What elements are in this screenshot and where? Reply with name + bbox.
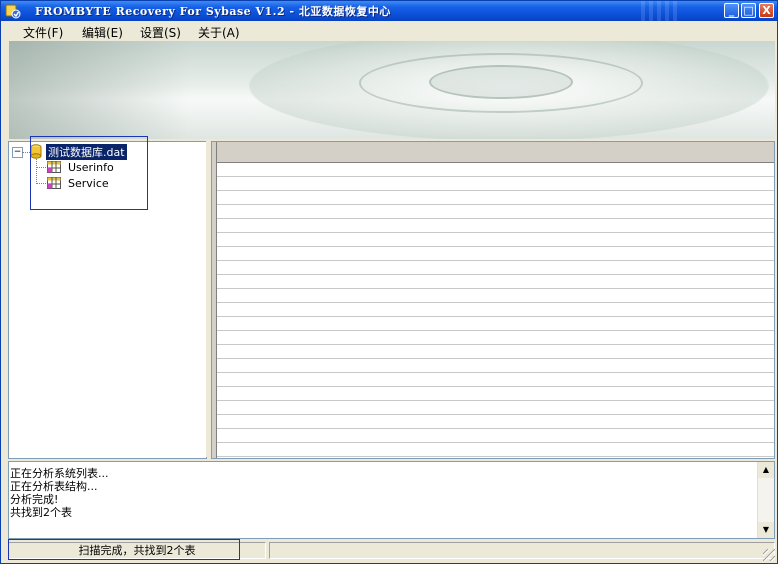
menu-bar: 文件(F) 编辑(E) 设置(S) 关于(A) bbox=[1, 21, 777, 41]
window-title: FROMBYTE Recovery For Sybase V1.2 - 北亚数据… bbox=[35, 5, 391, 18]
platter-hub bbox=[429, 65, 573, 99]
arrow-up-icon: ▲ bbox=[762, 465, 770, 474]
log-panel[interactable]: 正在分析系统列表... 正在分析表结构... 分析完成! 共找到2个表 ▲ ▼ bbox=[8, 461, 775, 539]
resize-grip-icon[interactable] bbox=[763, 549, 775, 561]
maximize-icon: □ bbox=[743, 4, 754, 17]
title-bar[interactable]: FROMBYTE Recovery For Sybase V1.2 - 北亚数据… bbox=[1, 1, 777, 21]
tree-view[interactable]: − 测试数据库.dat Userinfo Service bbox=[8, 136, 207, 459]
status-highlight-box bbox=[8, 539, 240, 560]
minimize-button[interactable]: _ bbox=[724, 3, 739, 18]
menu-settings[interactable]: 设置(S) bbox=[140, 24, 181, 41]
minimize-icon: _ bbox=[728, 4, 735, 17]
banner-image bbox=[9, 41, 775, 139]
grid-header bbox=[212, 142, 774, 163]
status-panel-secondary bbox=[269, 542, 775, 559]
scroll-up-button[interactable]: ▲ bbox=[758, 462, 774, 478]
banner-shadow bbox=[9, 41, 189, 139]
title-decoration bbox=[641, 1, 681, 21]
tree-connector bbox=[22, 152, 30, 153]
grid-rows bbox=[212, 163, 774, 458]
app-window: FROMBYTE Recovery For Sybase V1.2 - 北亚数据… bbox=[0, 0, 778, 564]
menu-about[interactable]: 关于(A) bbox=[198, 24, 240, 41]
scroll-down-button[interactable]: ▼ bbox=[758, 522, 774, 538]
maximize-button[interactable]: □ bbox=[741, 3, 756, 18]
status-bar: 扫描完成，共找到2个表 bbox=[1, 539, 777, 563]
menu-edit[interactable]: 编辑(E) bbox=[82, 24, 123, 41]
log-scrollbar[interactable]: ▲ ▼ bbox=[757, 462, 774, 538]
minus-icon: − bbox=[13, 147, 22, 157]
arrow-down-icon: ▼ bbox=[762, 525, 770, 534]
close-icon: X bbox=[762, 4, 771, 17]
highlight-box bbox=[30, 136, 148, 210]
log-line: 共找到2个表 bbox=[10, 506, 72, 519]
close-button[interactable]: X bbox=[759, 3, 774, 18]
app-icon bbox=[5, 4, 21, 19]
data-grid[interactable] bbox=[211, 141, 775, 459]
menu-file[interactable]: 文件(F) bbox=[23, 24, 63, 41]
grid-row-header bbox=[212, 142, 217, 458]
